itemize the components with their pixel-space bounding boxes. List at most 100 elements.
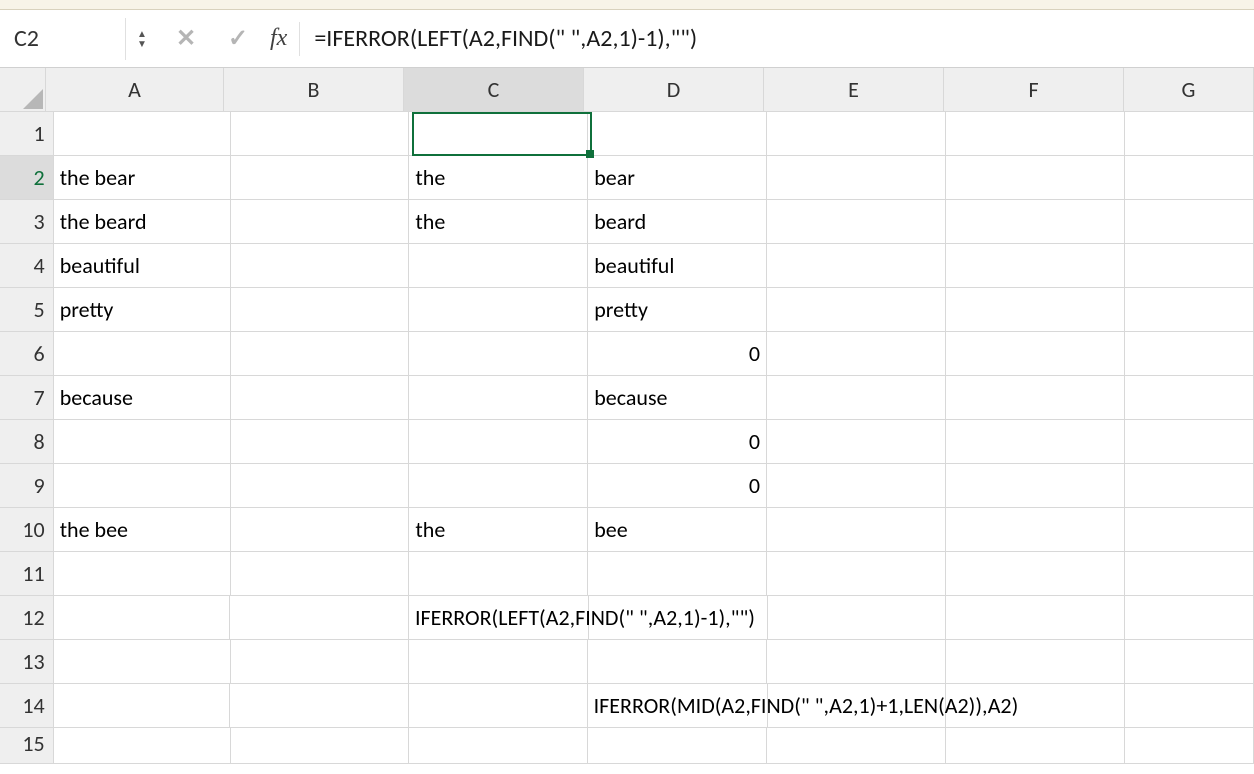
row-header-15[interactable]: 15: [0, 728, 54, 764]
cell-E5[interactable]: [767, 288, 946, 332]
cell-G6[interactable]: [1125, 332, 1254, 376]
cell-F11[interactable]: [946, 552, 1125, 596]
grid[interactable]: ABCDEFG 12the bearthebear3the beardthebe…: [0, 68, 1254, 764]
cell-G12[interactable]: [1125, 596, 1254, 640]
row-header-7[interactable]: 7: [0, 376, 54, 420]
cell-A5[interactable]: pretty: [54, 288, 231, 332]
enter-icon[interactable]: ✓: [220, 24, 256, 53]
cell-A6[interactable]: [54, 332, 231, 376]
cell-F2[interactable]: [946, 156, 1125, 200]
cell-G5[interactable]: [1125, 288, 1254, 332]
cell-F9[interactable]: [946, 464, 1125, 508]
cell-A14[interactable]: [54, 684, 231, 728]
cell-A8[interactable]: [54, 420, 231, 464]
cell-G11[interactable]: [1125, 552, 1254, 596]
row-header-5[interactable]: 5: [0, 288, 54, 332]
cell-F13[interactable]: [946, 640, 1125, 684]
row-header-9[interactable]: 9: [0, 464, 54, 508]
cell-F5[interactable]: [946, 288, 1125, 332]
column-header-D[interactable]: D: [584, 68, 764, 112]
cell-F7[interactable]: [946, 376, 1125, 420]
cell-A1[interactable]: [54, 112, 231, 156]
cell-C2[interactable]: the: [409, 156, 588, 200]
cell-B15[interactable]: [231, 728, 410, 764]
cell-C15[interactable]: [409, 728, 588, 764]
cell-D5[interactable]: pretty: [588, 288, 767, 332]
cell-F8[interactable]: [946, 420, 1125, 464]
column-header-A[interactable]: A: [46, 68, 224, 112]
cell-D8[interactable]: 0: [588, 420, 767, 464]
cell-B12[interactable]: [230, 596, 409, 640]
cell-B14[interactable]: [230, 684, 409, 728]
cell-C7[interactable]: [409, 376, 588, 420]
cell-F10[interactable]: [946, 508, 1125, 552]
cell-B1[interactable]: [231, 112, 410, 156]
cell-G7[interactable]: [1125, 376, 1254, 420]
cell-C14[interactable]: [409, 684, 588, 728]
cell-D6[interactable]: 0: [588, 332, 767, 376]
cell-G9[interactable]: [1125, 464, 1254, 508]
cell-D1[interactable]: [588, 112, 767, 156]
cell-F4[interactable]: [946, 244, 1125, 288]
cell-C6[interactable]: [409, 332, 588, 376]
cell-A7[interactable]: because: [54, 376, 231, 420]
cell-G2[interactable]: [1125, 156, 1254, 200]
cell-G10[interactable]: [1125, 508, 1254, 552]
cell-D7[interactable]: because: [588, 376, 767, 420]
row-header-2[interactable]: 2: [0, 156, 54, 200]
cell-A13[interactable]: [54, 640, 231, 684]
cell-B7[interactable]: [231, 376, 410, 420]
cell-G4[interactable]: [1125, 244, 1254, 288]
cell-E12[interactable]: [768, 596, 947, 640]
cell-F3[interactable]: [946, 200, 1125, 244]
cell-E15[interactable]: [767, 728, 946, 764]
cell-C10[interactable]: the: [409, 508, 588, 552]
cell-G3[interactable]: [1125, 200, 1254, 244]
row-header-11[interactable]: 11: [0, 552, 54, 596]
row-header-10[interactable]: 10: [0, 508, 54, 552]
row-header-1[interactable]: 1: [0, 112, 54, 156]
row-header-8[interactable]: 8: [0, 420, 54, 464]
cell-G15[interactable]: [1125, 728, 1254, 764]
column-header-G[interactable]: G: [1124, 68, 1254, 112]
cell-B3[interactable]: [231, 200, 410, 244]
cell-B10[interactable]: [231, 508, 410, 552]
cell-C11[interactable]: [409, 552, 588, 596]
chevron-down-icon[interactable]: ▼: [137, 39, 147, 49]
cell-E4[interactable]: [767, 244, 946, 288]
cell-D14[interactable]: IFERROR(MID(A2,FIND(" ",A2,1)+1,LEN(A2))…: [588, 684, 768, 728]
row-header-14[interactable]: 14: [0, 684, 54, 728]
row-header-3[interactable]: 3: [0, 200, 54, 244]
cell-C5[interactable]: [409, 288, 588, 332]
formula-input[interactable]: =IFERROR(LEFT(A2,FIND(" ",A2,1)-1),""): [306, 18, 1248, 60]
cell-E3[interactable]: [767, 200, 946, 244]
cell-E1[interactable]: [767, 112, 946, 156]
cell-A9[interactable]: [54, 464, 231, 508]
column-header-B[interactable]: B: [224, 68, 404, 112]
column-header-E[interactable]: E: [764, 68, 944, 112]
cell-B8[interactable]: [231, 420, 410, 464]
cell-E8[interactable]: [767, 420, 946, 464]
cell-E10[interactable]: [767, 508, 946, 552]
cell-D11[interactable]: [588, 552, 767, 596]
cell-A12[interactable]: [54, 596, 231, 640]
cell-F15[interactable]: [946, 728, 1125, 764]
fx-icon[interactable]: fx: [270, 25, 287, 52]
row-header-13[interactable]: 13: [0, 640, 54, 684]
cell-E2[interactable]: [767, 156, 946, 200]
cell-G14[interactable]: [1125, 684, 1254, 728]
cell-D13[interactable]: [588, 640, 767, 684]
name-box-stepper[interactable]: ▲ ▼: [132, 18, 152, 60]
cell-F6[interactable]: [946, 332, 1125, 376]
row-header-6[interactable]: 6: [0, 332, 54, 376]
cell-B2[interactable]: [231, 156, 410, 200]
cell-B9[interactable]: [231, 464, 410, 508]
cell-D9[interactable]: 0: [588, 464, 767, 508]
name-box[interactable]: C2: [6, 18, 126, 60]
cell-E11[interactable]: [767, 552, 946, 596]
cell-A11[interactable]: [54, 552, 231, 596]
cell-F12[interactable]: [946, 596, 1125, 640]
cell-G8[interactable]: [1125, 420, 1254, 464]
cell-C1[interactable]: [409, 112, 588, 156]
row-header-12[interactable]: 12: [0, 596, 54, 640]
